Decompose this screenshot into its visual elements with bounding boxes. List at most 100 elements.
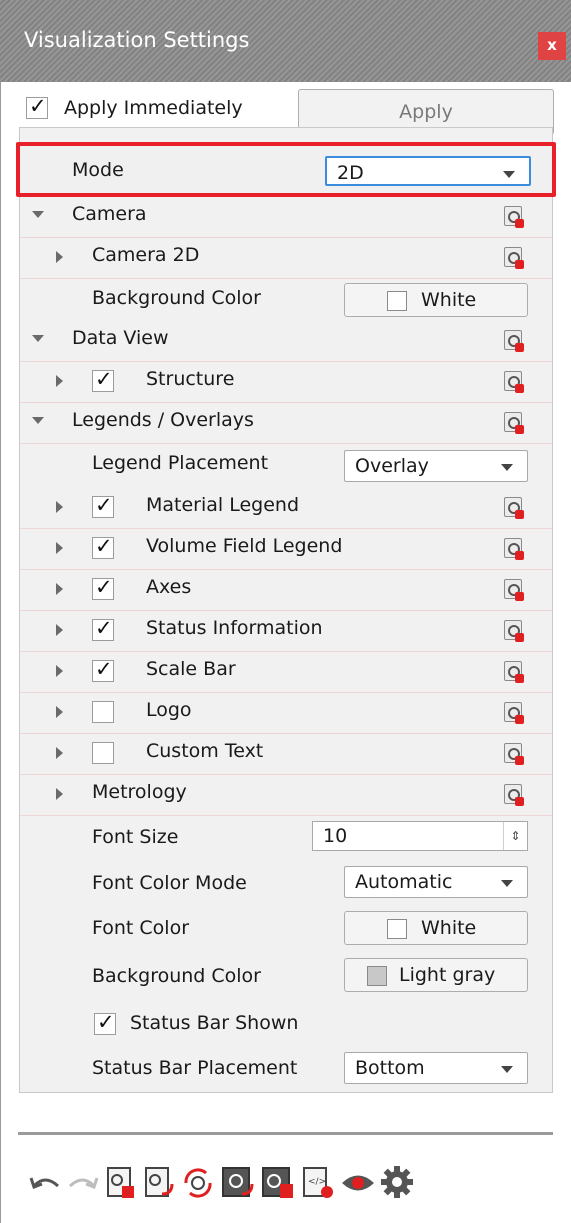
reset-icon[interactable] (504, 412, 524, 434)
preview-icon[interactable] (340, 1168, 376, 1198)
expand-arrow-icon[interactable] (56, 788, 63, 800)
chevron-down-icon (501, 880, 513, 887)
expand-arrow-icon[interactable] (56, 583, 63, 595)
axes-row[interactable]: Axes (20, 570, 552, 611)
font-color-mode-select[interactable]: Automatic (344, 866, 528, 898)
reset-icon[interactable] (504, 206, 524, 228)
reset-icon[interactable] (504, 784, 524, 806)
status-bar-shown-checkbox[interactable] (94, 1010, 116, 1035)
mode-label: Mode (72, 159, 124, 181)
font-size-value: 10 (323, 825, 348, 847)
refresh-icon[interactable] (180, 1164, 216, 1202)
apply-immediately-label: Apply Immediately (64, 97, 243, 119)
expand-arrow-icon[interactable] (56, 706, 63, 718)
camera-background-color-button[interactable]: White (344, 283, 528, 317)
scale-bar-label: Scale Bar (146, 658, 236, 680)
status-information-label: Status Information (146, 617, 323, 639)
structure-checkbox[interactable] (92, 367, 114, 392)
camera-2d-label: Camera 2D (92, 244, 200, 266)
chevron-down-icon (503, 171, 515, 178)
reset-icon[interactable] (504, 702, 524, 724)
data-view-row[interactable]: Data View (20, 321, 552, 362)
reset-settings-icon[interactable] (104, 1164, 138, 1202)
axes-checkbox[interactable] (92, 575, 114, 600)
font-size-spinbox[interactable]: 10 ⇕ (312, 821, 528, 851)
color-value: White (421, 917, 477, 939)
reset-icon[interactable] (504, 247, 524, 269)
mode-select[interactable]: 2D (325, 156, 531, 186)
volume-field-legend-checkbox[interactable] (92, 534, 114, 559)
material-legend-checkbox[interactable] (92, 493, 114, 518)
collapse-arrow-icon[interactable] (32, 417, 44, 424)
toolbar-divider (18, 1132, 553, 1135)
spin-arrows-icon[interactable]: ⇕ (503, 822, 527, 850)
collapse-arrow-icon[interactable] (32, 335, 44, 342)
custom-text-label: Custom Text (146, 740, 264, 762)
legend-placement-select[interactable]: Overlay (344, 450, 528, 482)
camera-2d-row[interactable]: Camera 2D (20, 238, 552, 279)
close-button[interactable]: x (538, 32, 566, 60)
gear-icon[interactable] (380, 1165, 414, 1199)
legends-overlays-row[interactable]: Legends / Overlays (20, 403, 552, 444)
font-size-label: Font Size (92, 826, 179, 848)
camera-row[interactable]: Camera (20, 197, 552, 238)
data-view-label: Data View (72, 327, 169, 349)
save-settings-icon[interactable] (220, 1164, 256, 1202)
legend-background-color-label: Background Color (92, 965, 261, 987)
load-settings-icon[interactable] (260, 1164, 296, 1202)
legend-background-color-button[interactable]: Light gray (344, 958, 528, 992)
redo-icon[interactable] (66, 1168, 100, 1198)
chevron-down-icon (501, 464, 513, 471)
status-information-row[interactable]: Status Information (20, 611, 552, 652)
metrology-row[interactable]: Metrology (20, 775, 552, 816)
structure-label: Structure (146, 368, 235, 390)
reset-icon[interactable] (504, 538, 524, 560)
reset-icon[interactable] (504, 579, 524, 601)
window-title: Visualization Settings (24, 28, 250, 52)
expand-arrow-icon[interactable] (56, 624, 63, 636)
mode-row: Mode 2D (16, 142, 556, 197)
reset-icon[interactable] (504, 743, 524, 765)
custom-text-checkbox[interactable] (92, 742, 114, 764)
apply-immediately-checkbox[interactable] (26, 94, 48, 119)
material-legend-label: Material Legend (146, 494, 300, 516)
mode-value: 2D (337, 162, 364, 184)
logo-row[interactable]: Logo (20, 693, 552, 734)
expand-arrow-icon[interactable] (56, 251, 63, 263)
font-color-button[interactable]: White (344, 911, 528, 945)
expand-arrow-icon[interactable] (56, 375, 63, 387)
export-icon[interactable]: </> (300, 1164, 336, 1202)
scale-bar-row[interactable]: Scale Bar (20, 652, 552, 693)
undo-icon[interactable] (28, 1168, 62, 1198)
scale-bar-checkbox[interactable] (92, 657, 114, 682)
reset-icon[interactable] (504, 661, 524, 683)
legends-overlays-label: Legends / Overlays (72, 409, 254, 431)
custom-text-row[interactable]: Custom Text (20, 734, 552, 775)
axes-label: Axes (146, 576, 192, 598)
status-bar-placement-select[interactable]: Bottom (344, 1052, 528, 1084)
expand-arrow-icon[interactable] (56, 665, 63, 677)
reset-icon[interactable] (504, 371, 524, 393)
status-bar-placement-value: Bottom (355, 1057, 425, 1079)
status-bar-shown-label: Status Bar Shown (130, 1012, 299, 1034)
material-legend-row[interactable]: Material Legend (20, 488, 552, 529)
reset-page-icon[interactable] (142, 1164, 176, 1202)
reset-icon[interactable] (504, 620, 524, 642)
legend-placement-label: Legend Placement (92, 452, 269, 474)
reset-icon[interactable] (504, 330, 524, 352)
font-color-mode-label: Font Color Mode (92, 872, 247, 894)
status-bar-placement-label: Status Bar Placement (92, 1057, 298, 1079)
expand-arrow-icon[interactable] (56, 501, 63, 513)
color-swatch (387, 919, 407, 939)
reset-icon[interactable] (504, 497, 524, 519)
structure-row[interactable]: Structure (20, 362, 552, 403)
expand-arrow-icon[interactable] (56, 542, 63, 554)
status-information-checkbox[interactable] (92, 616, 114, 641)
expand-arrow-icon[interactable] (56, 747, 63, 759)
logo-checkbox[interactable] (92, 701, 114, 723)
title-bar: Visualization Settings x (0, 0, 571, 82)
camera-background-color-label: Background Color (92, 287, 261, 309)
collapse-arrow-icon[interactable] (32, 211, 44, 218)
volume-field-legend-row[interactable]: Volume Field Legend (20, 529, 552, 570)
font-color-mode-value: Automatic (355, 871, 453, 893)
